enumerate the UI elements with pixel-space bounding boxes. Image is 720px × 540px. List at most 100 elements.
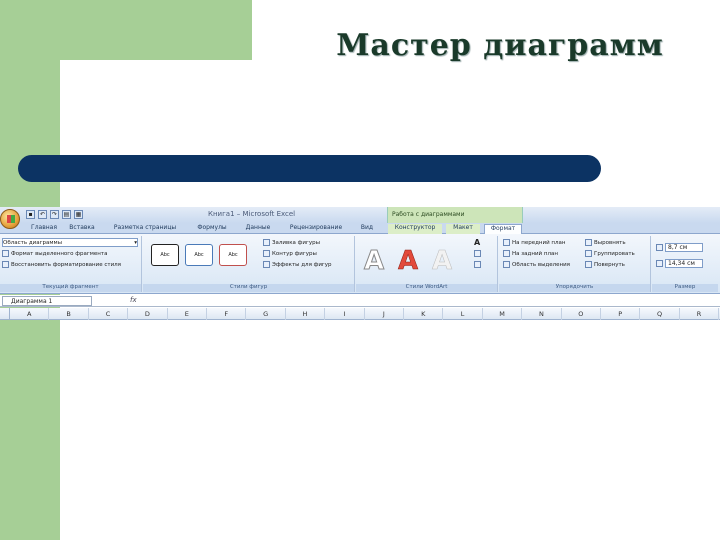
chart-elements-dropdown[interactable]: Область диаграммы ▾: [2, 238, 138, 247]
shape-fill-label: Заливка фигуры: [272, 239, 320, 246]
text-outline-button[interactable]: [474, 249, 481, 258]
shape-outline-button[interactable]: Контур фигуры: [263, 249, 317, 258]
tab-format[interactable]: Формат: [484, 224, 522, 234]
name-box[interactable]: Диаграмма 1: [2, 296, 92, 306]
tab-page-layout[interactable]: Разметка страницы: [108, 224, 182, 234]
tab-insert[interactable]: Вставка: [66, 224, 98, 234]
column-header-p[interactable]: P: [601, 308, 641, 320]
slide-rounded-corner: [60, 60, 120, 120]
format-selection-icon: [2, 250, 9, 257]
tab-view[interactable]: Вид: [356, 224, 378, 234]
rotate-button[interactable]: Повернуть: [585, 260, 625, 269]
paint-bucket-icon: [263, 239, 270, 246]
group-icon: [585, 250, 592, 257]
column-headers: ABCDEFGHIJKLMNOPQR: [0, 308, 720, 320]
column-header-r[interactable]: R: [680, 308, 720, 320]
column-header-o[interactable]: O: [562, 308, 601, 320]
print-icon[interactable]: ▤: [62, 210, 71, 219]
text-fill-button[interactable]: A: [474, 238, 480, 247]
select-all-corner[interactable]: [0, 308, 10, 320]
excel-title-bar: ▪ ↶ ↷ ▤ ▦ Книга1 – Microsoft Excel Работ…: [0, 207, 720, 223]
column-header-n[interactable]: N: [522, 308, 562, 320]
shape-style-preview-3[interactable]: Abc: [219, 244, 247, 266]
send-to-back-button[interactable]: На задний план: [503, 249, 558, 258]
column-header-g[interactable]: G: [246, 308, 286, 320]
selection-pane-button[interactable]: Область выделения: [503, 260, 570, 269]
column-header-f[interactable]: F: [207, 308, 247, 320]
chart-tools-tabgroup: Работа с диаграммами: [387, 207, 523, 223]
width-field[interactable]: 14,34 см: [665, 258, 703, 268]
tab-review[interactable]: Рецензирование: [284, 224, 348, 234]
shape-style-preview-1[interactable]: Abc: [151, 244, 179, 266]
bring-to-front-button[interactable]: На передний план: [503, 238, 565, 247]
tab-data[interactable]: Данные: [240, 224, 276, 234]
selection-pane-icon: [503, 261, 510, 268]
column-header-c[interactable]: C: [89, 308, 129, 320]
office-logo-icon: [7, 215, 15, 223]
column-header-k[interactable]: K: [404, 308, 444, 320]
group-arrange: На передний план На задний план Область …: [499, 236, 651, 292]
align-button[interactable]: Выровнять: [585, 238, 626, 247]
chevron-down-icon: ▾: [134, 239, 137, 246]
column-header-l[interactable]: L: [443, 308, 483, 320]
column-header-q[interactable]: Q: [640, 308, 680, 320]
shape-effects-label: Эффекты для фигур: [272, 261, 332, 268]
formula-bar: Диаграмма 1 fx: [0, 295, 720, 307]
effects-icon: [263, 261, 270, 268]
align-label: Выровнять: [594, 239, 626, 246]
redo-icon[interactable]: ↷: [50, 210, 59, 219]
tab-design[interactable]: Конструктор: [388, 224, 442, 234]
group-wordart: A A A A Стили WordArt: [356, 236, 498, 292]
height-field[interactable]: 8,7 см: [665, 242, 703, 252]
column-header-i[interactable]: I: [325, 308, 365, 320]
chart-tools-label: Работа с диаграммами: [392, 211, 465, 218]
excel-screenshot: ▪ ↶ ↷ ▤ ▦ Книга1 – Microsoft Excel Работ…: [0, 207, 720, 327]
fx-icon[interactable]: fx: [130, 296, 137, 304]
shape-style-preview-2[interactable]: Abc: [185, 244, 213, 266]
group-label-size: Размер: [652, 284, 718, 292]
wordart-style-2[interactable]: A: [394, 246, 422, 277]
save-icon[interactable]: ▪: [26, 210, 35, 219]
wordart-style-3[interactable]: A: [428, 246, 456, 277]
slide-green-top-block: [0, 0, 252, 60]
tab-home[interactable]: Главная: [28, 224, 60, 234]
column-header-a[interactable]: A: [10, 308, 50, 320]
chart-elements-value: Область диаграммы: [3, 239, 62, 246]
text-effects-icon: [474, 261, 481, 268]
rotate-icon: [585, 261, 592, 268]
pencil-icon: [263, 250, 270, 257]
undo-icon[interactable]: ↶: [38, 210, 47, 219]
reset-style-label: Восстановить форматирование стиля: [11, 261, 121, 268]
width-spinner[interactable]: 14,34 см: [656, 258, 706, 268]
text-outline-icon: [474, 250, 481, 257]
align-icon: [585, 239, 592, 246]
column-header-h[interactable]: H: [286, 308, 326, 320]
shape-effects-button[interactable]: Эффекты для фигур: [263, 260, 332, 269]
tab-formulas[interactable]: Формулы: [192, 224, 232, 234]
column-header-m[interactable]: M: [483, 308, 523, 320]
shape-fill-button[interactable]: Заливка фигуры: [263, 238, 320, 247]
chart-icon[interactable]: ▦: [74, 210, 83, 219]
text-effects-button[interactable]: [474, 260, 481, 269]
window-title: Книга1 – Microsoft Excel: [208, 210, 296, 218]
workbook-name: Книга1: [208, 210, 235, 218]
send-back-icon: [503, 250, 510, 257]
group-label-shape-styles: Стили фигур: [143, 284, 354, 292]
office-button[interactable]: [0, 209, 20, 229]
column-header-e[interactable]: E: [168, 308, 207, 320]
group-objects-button[interactable]: Группировать: [585, 249, 635, 258]
width-icon: [656, 259, 663, 267]
column-header-d[interactable]: D: [128, 308, 168, 320]
column-header-j[interactable]: J: [365, 308, 404, 320]
height-icon: [656, 243, 663, 251]
group-size: 8,7 см 14,34 см Размер: [652, 236, 718, 292]
slide-navy-bar: [18, 155, 601, 182]
send-to-back-label: На задний план: [512, 250, 558, 257]
tab-layout[interactable]: Макет: [446, 224, 480, 234]
reset-style-button[interactable]: Восстановить форматирование стиля: [2, 260, 121, 269]
wordart-style-1[interactable]: A: [360, 246, 388, 277]
column-header-b[interactable]: B: [49, 308, 89, 320]
text-fill-icon: A: [474, 238, 481, 247]
format-selection-button[interactable]: Формат выделенного фрагмента: [2, 249, 107, 258]
height-spinner[interactable]: 8,7 см: [656, 242, 706, 252]
